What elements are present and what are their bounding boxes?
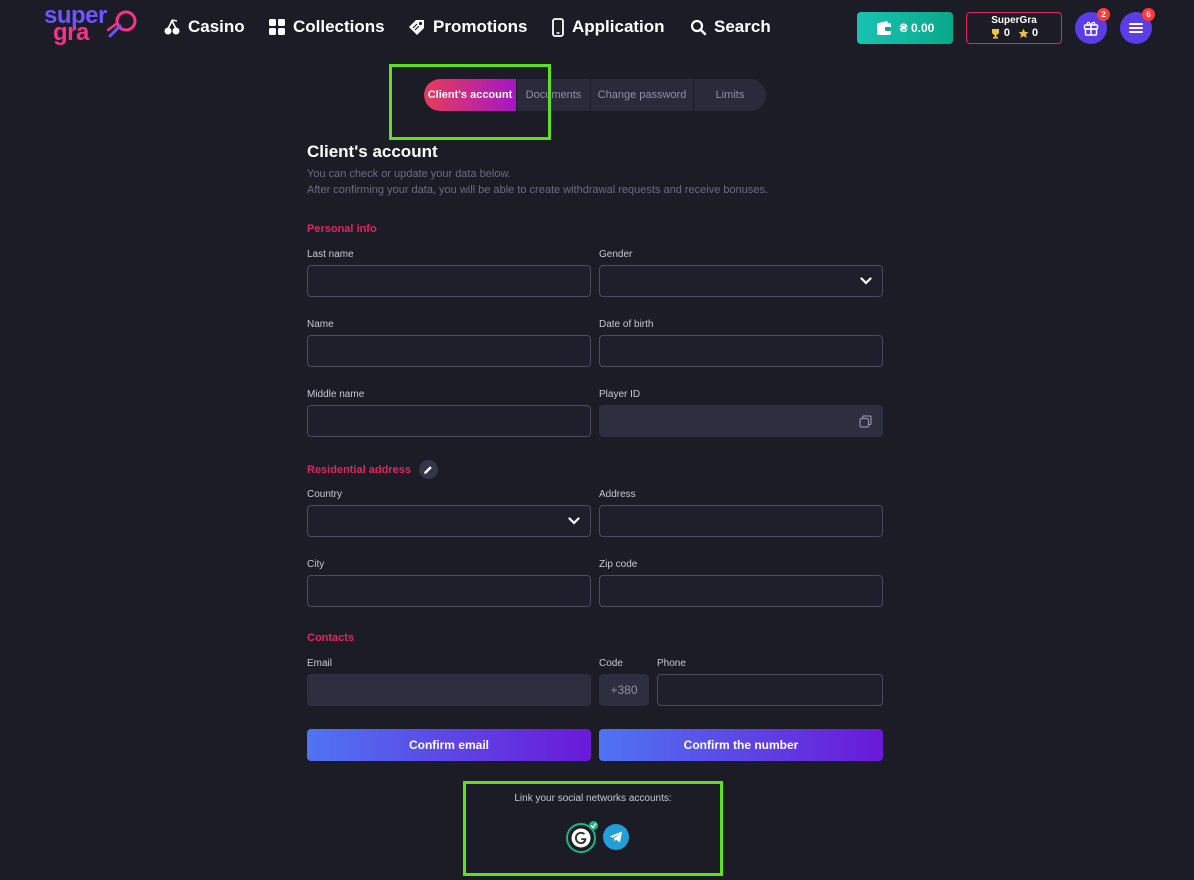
label-player-id: Player ID xyxy=(599,389,641,400)
nav-search[interactable]: Search xyxy=(690,16,771,38)
telegram-icon xyxy=(609,831,622,843)
label-email: Email xyxy=(307,658,333,669)
nav-collections[interactable]: Collections xyxy=(268,16,385,38)
phone-input[interactable] xyxy=(657,674,883,706)
star-count: 0 xyxy=(1018,27,1038,39)
google-icon xyxy=(571,828,591,848)
label-address: Address xyxy=(599,489,636,500)
email-field[interactable] xyxy=(307,674,591,706)
pencil-icon xyxy=(424,465,433,474)
page-title: Client's account xyxy=(307,142,438,161)
linked-check-badge xyxy=(589,821,598,830)
wallet-button[interactable]: ₴ 0.00 xyxy=(857,12,953,44)
city-input[interactable] xyxy=(307,575,591,607)
social-link-text: Link your social networks accounts: xyxy=(514,793,672,804)
zip-code-input[interactable] xyxy=(599,575,883,607)
wallet-balance: ₴ 0.00 xyxy=(899,21,935,35)
menu-badge: 6 xyxy=(1142,8,1155,21)
phone-code-field: +380 xyxy=(599,674,649,706)
label-phone: Phone xyxy=(657,658,686,669)
telegram-link-button[interactable] xyxy=(603,824,629,850)
trophy-count: 0 xyxy=(990,27,1010,39)
chevron-down-icon xyxy=(860,277,872,285)
phone-icon xyxy=(552,17,564,37)
label-code: Code xyxy=(599,658,623,669)
wallet-icon xyxy=(876,20,891,35)
page-subtitle-2: After confirming your data, you will be … xyxy=(307,184,769,196)
chevron-down-icon xyxy=(568,517,580,525)
confirm-email-button[interactable]: Confirm email xyxy=(307,729,591,761)
copy-icon[interactable] xyxy=(859,414,872,428)
tab-limits[interactable]: Limits xyxy=(694,79,766,111)
gift-icon xyxy=(1083,21,1099,36)
label-name: Name xyxy=(307,319,334,330)
edit-address-button[interactable] xyxy=(418,460,438,479)
highlight-box-tabs xyxy=(389,64,551,140)
menu-button[interactable]: 6 xyxy=(1120,8,1155,44)
check-icon xyxy=(590,823,597,829)
logo[interactable]: super gra xyxy=(44,4,140,46)
page-subtitle-1: You can check or update your data below. xyxy=(307,168,511,180)
section-contacts: Contacts xyxy=(307,632,355,644)
tag-icon xyxy=(409,20,424,35)
last-name-input[interactable] xyxy=(307,265,591,297)
nav-application[interactable]: Application xyxy=(551,16,665,38)
address-input[interactable] xyxy=(599,505,883,537)
label-city: City xyxy=(307,559,325,570)
nav-promotions[interactable]: Promotions xyxy=(407,16,527,38)
label-country: Country xyxy=(307,489,343,500)
label-date-of-birth: Date of birth xyxy=(599,319,654,330)
middle-name-input[interactable] xyxy=(307,405,591,437)
name-input[interactable] xyxy=(307,335,591,367)
header: super gra Casino Collections Promotions xyxy=(0,0,1194,58)
star-icon xyxy=(1018,28,1029,38)
grid-icon xyxy=(269,19,285,35)
rocket-logo-icon xyxy=(106,10,137,38)
username: SuperGra xyxy=(991,15,1037,26)
section-residential-address: Residential address xyxy=(307,460,438,479)
logo-text-bottom: gra xyxy=(53,19,89,46)
country-select[interactable] xyxy=(307,505,591,537)
trophy-icon xyxy=(991,28,999,38)
player-id-field xyxy=(599,405,883,437)
label-zip-code: Zip code xyxy=(599,559,638,570)
gift-button[interactable]: 2 xyxy=(1075,8,1110,44)
confirm-number-button[interactable]: Confirm the number xyxy=(599,729,883,761)
hamburger-icon xyxy=(1129,23,1143,33)
search-icon xyxy=(690,19,707,35)
gift-badge: 2 xyxy=(1097,8,1110,21)
label-last-name: Last name xyxy=(307,249,354,260)
date-of-birth-input[interactable] xyxy=(599,335,883,367)
cherries-icon xyxy=(164,19,180,35)
label-middle-name: Middle name xyxy=(307,389,365,400)
gender-select[interactable] xyxy=(599,265,883,297)
nav-casino[interactable]: Casino xyxy=(163,16,245,38)
tab-change-password[interactable]: Change password xyxy=(591,79,694,111)
user-profile-box[interactable]: SuperGra 0 0 xyxy=(966,12,1062,44)
section-personal-info: Personal info xyxy=(307,223,377,235)
label-gender: Gender xyxy=(599,249,633,260)
